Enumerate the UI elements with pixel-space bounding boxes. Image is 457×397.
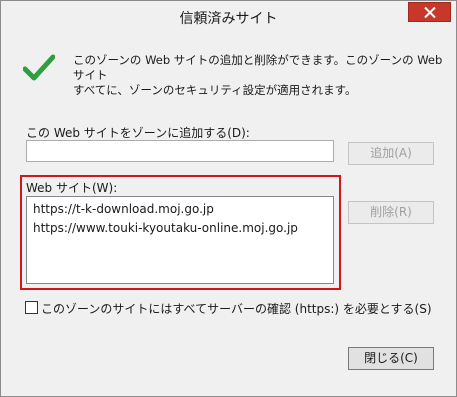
websites-label: Web サイト(W): xyxy=(26,181,118,195)
add-site-input[interactable] xyxy=(26,140,334,162)
window-close-button[interactable] xyxy=(408,2,451,22)
close-button[interactable]: 閉じる(C) xyxy=(348,347,434,370)
list-item[interactable]: https://t-k-download.moj.go.jp xyxy=(33,200,327,219)
https-checkbox-label[interactable]: このゾーンのサイトにはすべてサーバーの確認 (https:) を必要とする(S) xyxy=(41,300,432,317)
info-description: このゾーンの Web サイトの追加と削除ができます。このゾーンの Web サイト… xyxy=(73,53,443,98)
window-title: 信頼済みサイト xyxy=(179,11,278,27)
add-button[interactable]: 追加(A) xyxy=(348,142,434,165)
list-item[interactable]: https://www.touki-kyoutaku-online.moj.go… xyxy=(33,219,327,238)
close-icon xyxy=(424,7,436,18)
remove-button[interactable]: 削除(R) xyxy=(348,201,434,224)
title-bar[interactable]: 信頼済みサイト xyxy=(1,1,456,32)
info-line-2: すべてに、ゾーンのセキュリティ設定が適用されます。 xyxy=(73,83,357,97)
add-site-label: この Web サイトをゾーンに追加する(D): xyxy=(26,126,250,140)
dialog-body: このゾーンの Web サイトの追加と削除ができます。このゾーンの Web サイト… xyxy=(9,32,448,388)
https-checkbox[interactable] xyxy=(25,301,38,314)
info-line-1: このゾーンの Web サイトの追加と削除ができます。このゾーンの Web サイト xyxy=(73,53,443,82)
websites-list[interactable]: https://t-k-download.moj.go.jp https://w… xyxy=(26,196,334,284)
trusted-sites-dialog: 信頼済みサイト このゾーンの Web サイトの追加と削除ができます。このゾーンの… xyxy=(0,0,457,397)
checkmark-icon xyxy=(23,54,55,81)
